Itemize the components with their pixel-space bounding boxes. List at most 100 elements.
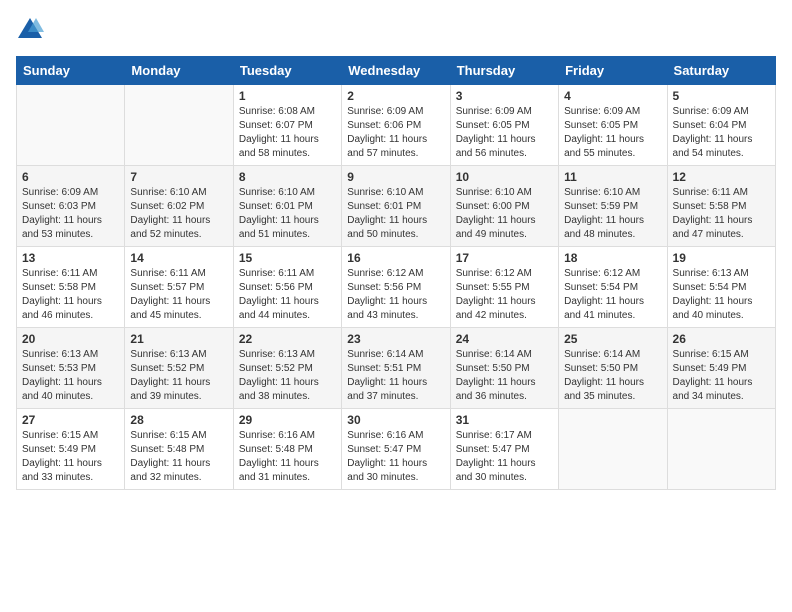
day-number: 6 bbox=[22, 170, 119, 184]
calendar-cell: 6 Sunrise: 6:09 AM Sunset: 6:03 PM Daylig… bbox=[17, 166, 125, 247]
day-number: 1 bbox=[239, 89, 336, 103]
calendar-body: 1Sunrise: 6:08 AM Sunset: 6:07 PM Daylig… bbox=[17, 85, 776, 490]
calendar-cell: 16Sunrise: 6:12 AM Sunset: 5:56 PM Dayli… bbox=[342, 247, 450, 328]
day-number: 3 bbox=[456, 89, 553, 103]
day-content: Sunrise: 6:10 AM Sunset: 6:02 PM Dayligh… bbox=[130, 186, 227, 242]
day-content: Sunrise: 6:10 AM Sunset: 5:59 PM Dayligh… bbox=[564, 186, 661, 242]
calendar-cell: 29 Sunrise: 6:16 AM Sunset: 5:48 PM Dayli… bbox=[233, 409, 341, 490]
calendar-cell: 1Sunrise: 6:08 AM Sunset: 6:07 PM Daylig… bbox=[233, 85, 341, 166]
calendar-cell: 23 Sunrise: 6:14 AM Sunset: 5:51 PM Dayli… bbox=[342, 328, 450, 409]
calendar-cell: 9 Sunrise: 6:10 AM Sunset: 6:01 PM Daylig… bbox=[342, 166, 450, 247]
calendar-cell: 4Sunrise: 6:09 AM Sunset: 6:05 PM Daylig… bbox=[559, 85, 667, 166]
day-content: Sunrise: 6:10 AM Sunset: 6:01 PM Dayligh… bbox=[347, 186, 444, 242]
day-number: 22 bbox=[239, 332, 336, 346]
logo-icon bbox=[16, 16, 44, 44]
calendar-header: SundayMondayTuesdayWednesdayThursdayFrid… bbox=[17, 57, 776, 85]
weekday-header-sunday: Sunday bbox=[17, 57, 125, 85]
calendar-cell: 27 Sunrise: 6:15 AM Sunset: 5:49 PM Dayli… bbox=[17, 409, 125, 490]
day-number: 24 bbox=[456, 332, 553, 346]
weekday-header-thursday: Thursday bbox=[450, 57, 558, 85]
weekday-row: SundayMondayTuesdayWednesdayThursdayFrid… bbox=[17, 57, 776, 85]
day-content: Sunrise: 6:09 AM Sunset: 6:03 PM Dayligh… bbox=[22, 186, 119, 242]
day-number: 10 bbox=[456, 170, 553, 184]
day-number: 26 bbox=[673, 332, 770, 346]
day-number: 28 bbox=[130, 413, 227, 427]
week-row-1: 1Sunrise: 6:08 AM Sunset: 6:07 PM Daylig… bbox=[17, 85, 776, 166]
day-number: 21 bbox=[130, 332, 227, 346]
calendar-cell: 10Sunrise: 6:10 AM Sunset: 6:00 PM Dayli… bbox=[450, 166, 558, 247]
day-content: Sunrise: 6:16 AM Sunset: 5:47 PM Dayligh… bbox=[347, 429, 444, 485]
page-header bbox=[16, 16, 776, 44]
calendar-cell: 14 Sunrise: 6:11 AM Sunset: 5:57 PM Dayli… bbox=[125, 247, 233, 328]
day-number: 8 bbox=[239, 170, 336, 184]
day-number: 14 bbox=[130, 251, 227, 265]
day-number: 20 bbox=[22, 332, 119, 346]
day-content: Sunrise: 6:11 AM Sunset: 5:58 PM Dayligh… bbox=[22, 267, 119, 323]
day-content: Sunrise: 6:15 AM Sunset: 5:49 PM Dayligh… bbox=[22, 429, 119, 485]
day-content: Sunrise: 6:09 AM Sunset: 6:05 PM Dayligh… bbox=[564, 105, 661, 161]
week-row-3: 13Sunrise: 6:11 AM Sunset: 5:58 PM Dayli… bbox=[17, 247, 776, 328]
day-content: Sunrise: 6:17 AM Sunset: 5:47 PM Dayligh… bbox=[456, 429, 553, 485]
day-content: Sunrise: 6:12 AM Sunset: 5:56 PM Dayligh… bbox=[347, 267, 444, 323]
calendar-cell: 11 Sunrise: 6:10 AM Sunset: 5:59 PM Dayli… bbox=[559, 166, 667, 247]
calendar-cell: 25 Sunrise: 6:14 AM Sunset: 5:50 PM Dayli… bbox=[559, 328, 667, 409]
day-number: 19 bbox=[673, 251, 770, 265]
calendar-cell: 7 Sunrise: 6:10 AM Sunset: 6:02 PM Daylig… bbox=[125, 166, 233, 247]
day-number: 30 bbox=[347, 413, 444, 427]
calendar-cell: 15Sunrise: 6:11 AM Sunset: 5:56 PM Dayli… bbox=[233, 247, 341, 328]
weekday-header-saturday: Saturday bbox=[667, 57, 775, 85]
day-content: Sunrise: 6:12 AM Sunset: 5:54 PM Dayligh… bbox=[564, 267, 661, 323]
day-number: 17 bbox=[456, 251, 553, 265]
calendar-cell bbox=[559, 409, 667, 490]
day-number: 29 bbox=[239, 413, 336, 427]
day-number: 12 bbox=[673, 170, 770, 184]
calendar-cell: 17 Sunrise: 6:12 AM Sunset: 5:55 PM Dayli… bbox=[450, 247, 558, 328]
day-content: Sunrise: 6:13 AM Sunset: 5:54 PM Dayligh… bbox=[673, 267, 770, 323]
calendar-cell bbox=[17, 85, 125, 166]
logo bbox=[16, 16, 48, 44]
day-content: Sunrise: 6:12 AM Sunset: 5:55 PM Dayligh… bbox=[456, 267, 553, 323]
day-number: 27 bbox=[22, 413, 119, 427]
day-content: Sunrise: 6:09 AM Sunset: 6:05 PM Dayligh… bbox=[456, 105, 553, 161]
calendar-cell: 13Sunrise: 6:11 AM Sunset: 5:58 PM Dayli… bbox=[17, 247, 125, 328]
calendar-cell: 31 Sunrise: 6:17 AM Sunset: 5:47 PM Dayli… bbox=[450, 409, 558, 490]
weekday-header-friday: Friday bbox=[559, 57, 667, 85]
day-number: 7 bbox=[130, 170, 227, 184]
calendar-cell: 2 Sunrise: 6:09 AM Sunset: 6:06 PM Daylig… bbox=[342, 85, 450, 166]
calendar-cell: 3 Sunrise: 6:09 AM Sunset: 6:05 PM Daylig… bbox=[450, 85, 558, 166]
day-content: Sunrise: 6:09 AM Sunset: 6:06 PM Dayligh… bbox=[347, 105, 444, 161]
day-content: Sunrise: 6:16 AM Sunset: 5:48 PM Dayligh… bbox=[239, 429, 336, 485]
calendar-cell: 12Sunrise: 6:11 AM Sunset: 5:58 PM Dayli… bbox=[667, 166, 775, 247]
calendar-cell bbox=[125, 85, 233, 166]
day-content: Sunrise: 6:11 AM Sunset: 5:57 PM Dayligh… bbox=[130, 267, 227, 323]
calendar-cell: 30 Sunrise: 6:16 AM Sunset: 5:47 PM Dayli… bbox=[342, 409, 450, 490]
calendar-cell: 8Sunrise: 6:10 AM Sunset: 6:01 PM Daylig… bbox=[233, 166, 341, 247]
calendar-cell: 5 Sunrise: 6:09 AM Sunset: 6:04 PM Daylig… bbox=[667, 85, 775, 166]
day-number: 18 bbox=[564, 251, 661, 265]
day-content: Sunrise: 6:13 AM Sunset: 5:52 PM Dayligh… bbox=[239, 348, 336, 404]
week-row-2: 6 Sunrise: 6:09 AM Sunset: 6:03 PM Daylig… bbox=[17, 166, 776, 247]
calendar-cell bbox=[667, 409, 775, 490]
day-content: Sunrise: 6:11 AM Sunset: 5:56 PM Dayligh… bbox=[239, 267, 336, 323]
day-content: Sunrise: 6:14 AM Sunset: 5:50 PM Dayligh… bbox=[456, 348, 553, 404]
weekday-header-wednesday: Wednesday bbox=[342, 57, 450, 85]
day-number: 9 bbox=[347, 170, 444, 184]
day-content: Sunrise: 6:15 AM Sunset: 5:49 PM Dayligh… bbox=[673, 348, 770, 404]
day-content: Sunrise: 6:14 AM Sunset: 5:51 PM Dayligh… bbox=[347, 348, 444, 404]
calendar-cell: 26 Sunrise: 6:15 AM Sunset: 5:49 PM Dayli… bbox=[667, 328, 775, 409]
weekday-header-monday: Monday bbox=[125, 57, 233, 85]
day-number: 25 bbox=[564, 332, 661, 346]
calendar-cell: 22 Sunrise: 6:13 AM Sunset: 5:52 PM Dayli… bbox=[233, 328, 341, 409]
weekday-header-tuesday: Tuesday bbox=[233, 57, 341, 85]
day-number: 5 bbox=[673, 89, 770, 103]
day-number: 23 bbox=[347, 332, 444, 346]
day-number: 11 bbox=[564, 170, 661, 184]
day-number: 31 bbox=[456, 413, 553, 427]
calendar-cell: 19 Sunrise: 6:13 AM Sunset: 5:54 PM Dayli… bbox=[667, 247, 775, 328]
calendar-cell: 20 Sunrise: 6:13 AM Sunset: 5:53 PM Dayli… bbox=[17, 328, 125, 409]
day-content: Sunrise: 6:09 AM Sunset: 6:04 PM Dayligh… bbox=[673, 105, 770, 161]
day-content: Sunrise: 6:13 AM Sunset: 5:53 PM Dayligh… bbox=[22, 348, 119, 404]
day-content: Sunrise: 6:14 AM Sunset: 5:50 PM Dayligh… bbox=[564, 348, 661, 404]
day-number: 2 bbox=[347, 89, 444, 103]
week-row-4: 20 Sunrise: 6:13 AM Sunset: 5:53 PM Dayli… bbox=[17, 328, 776, 409]
